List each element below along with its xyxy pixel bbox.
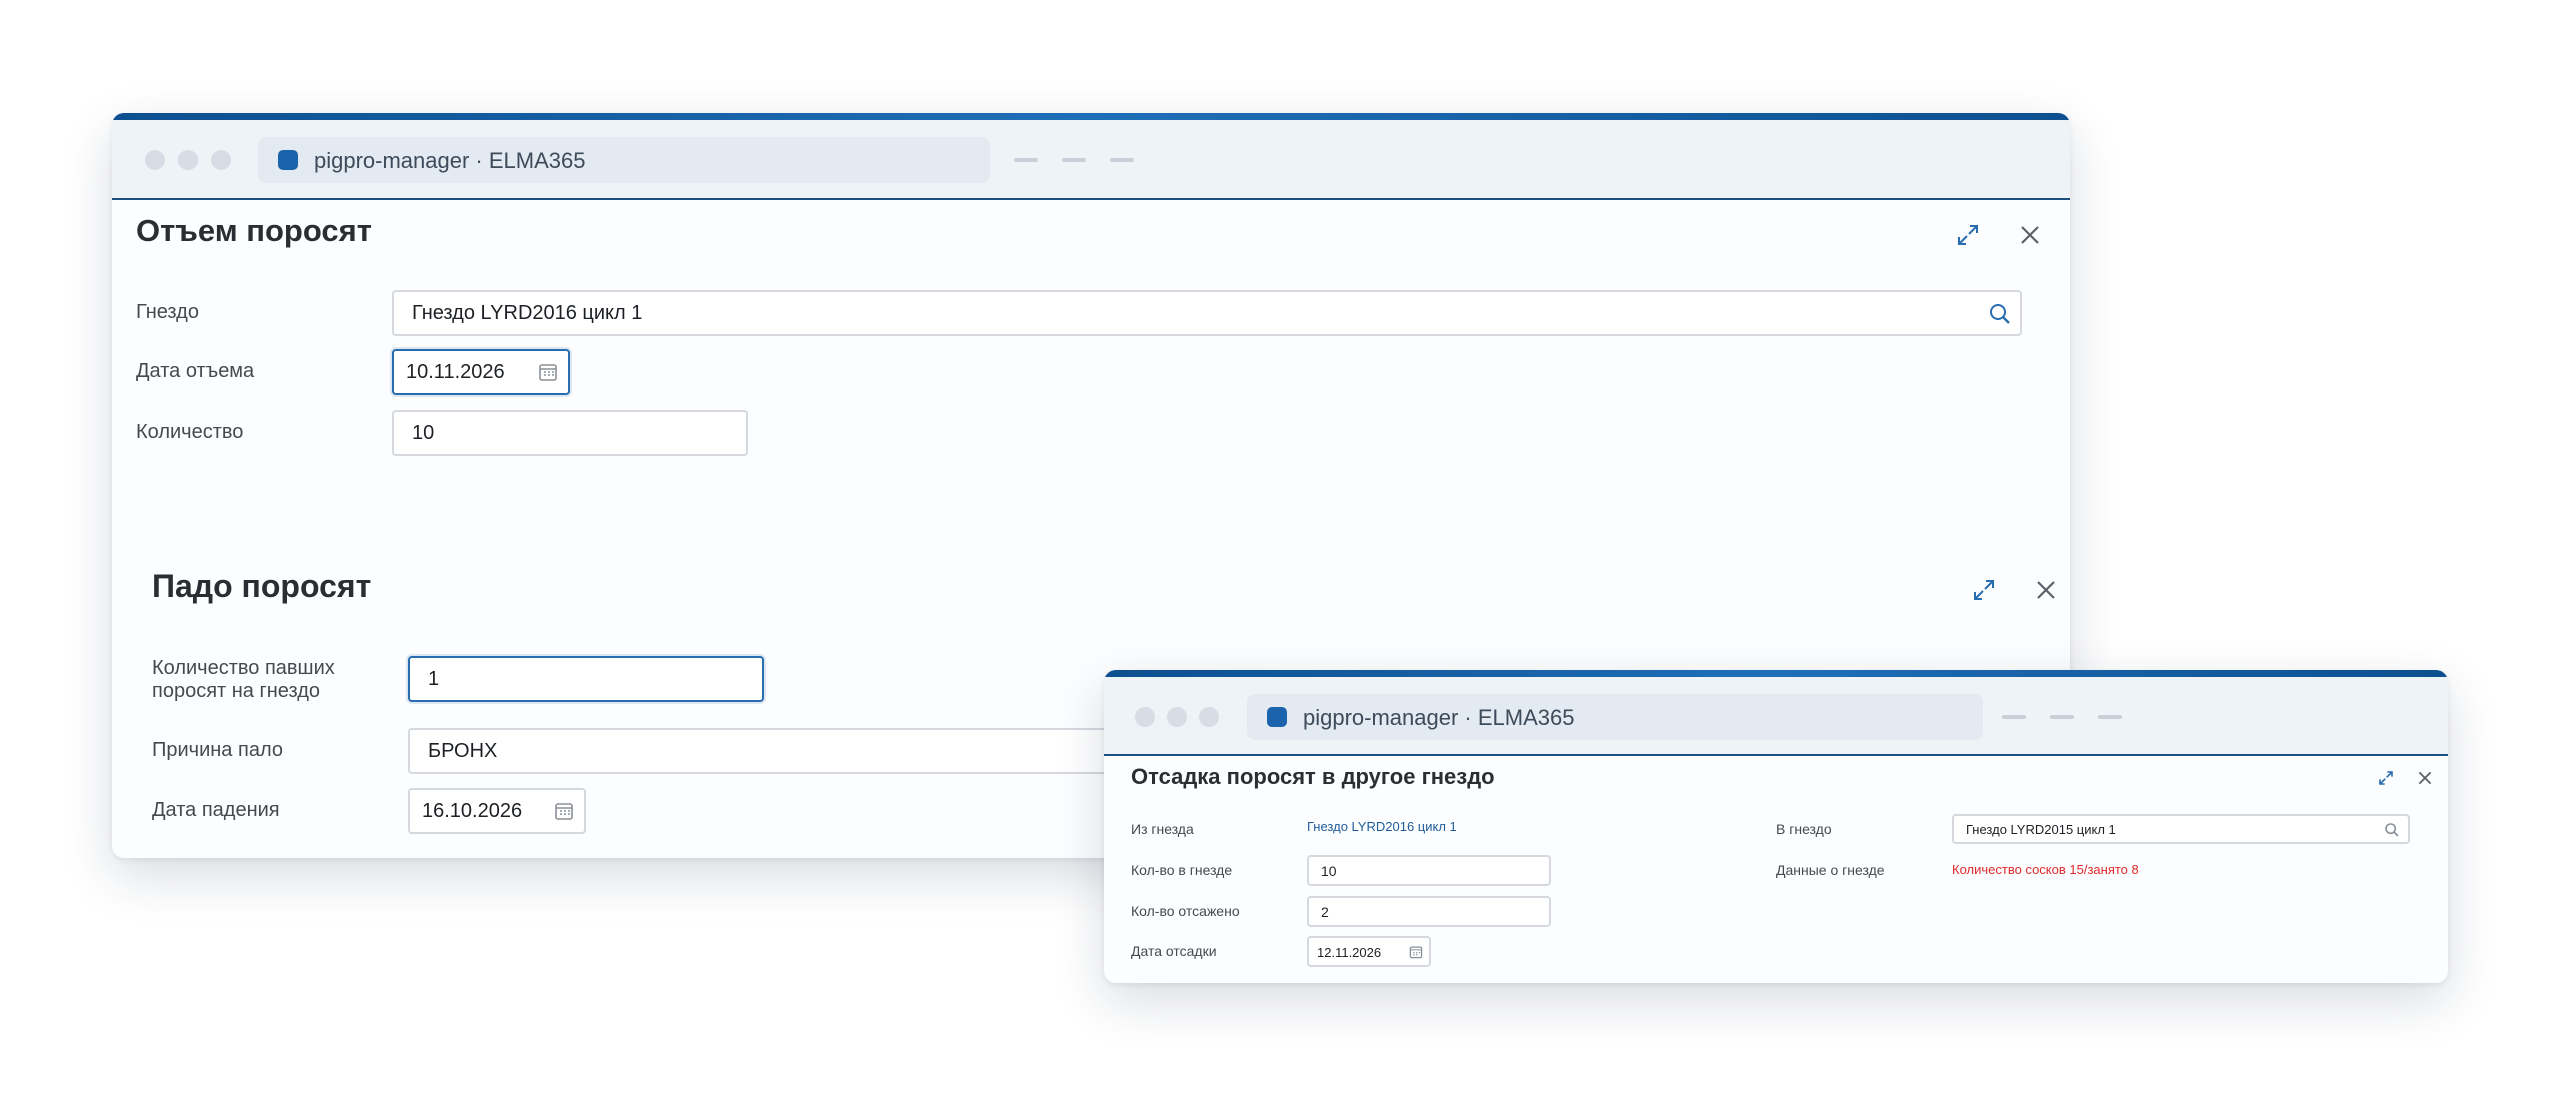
toolbar-dash [2098, 715, 2122, 719]
from-nest-label: Из гнезда [1131, 821, 1194, 837]
dead-count-label-line2: поросят на гнездо [152, 680, 321, 702]
toolbar-dash [2002, 715, 2026, 719]
nest-label: Гнездо [136, 301, 199, 323]
calendar-icon[interactable] [1409, 945, 1423, 964]
window-minimize-dot[interactable] [1167, 707, 1187, 727]
quantity-value: 10 [412, 422, 435, 444]
transfer-date-label: Дата отсадки [1131, 943, 1217, 959]
dead-count-field[interactable]: 1 [408, 656, 764, 702]
toolbar-dash [1014, 158, 1038, 162]
window-close-dot[interactable] [145, 150, 165, 170]
to-nest-lookup-field[interactable]: Гнездо LYRD2015 цикл 1 [1952, 814, 2410, 844]
toolbar-dash [1062, 158, 1086, 162]
close-icon[interactable] [2036, 580, 2056, 605]
tab-title: pigpro-manager · ELMA365 [1303, 705, 1575, 730]
app-favicon-icon [1267, 707, 1287, 727]
window-minimize-dot[interactable] [178, 150, 198, 170]
nest-count-field[interactable]: 10 [1307, 855, 1551, 886]
expand-icon[interactable] [1972, 578, 1996, 607]
weaning-date-label: Дата отъема [136, 360, 255, 382]
transfer-window: pigpro-manager · ELMA365 Отсадка поросят… [1104, 670, 2448, 983]
calendar-icon[interactable] [554, 801, 574, 826]
browser-tab[interactable]: pigpro-manager · ELMA365 [258, 137, 990, 183]
death-reason-label: Причина пало [152, 739, 283, 761]
transfer-date-value: 12.11.2026 [1317, 945, 1382, 960]
to-nest-value: Гнездо LYRD2015 цикл 1 [1966, 822, 2116, 837]
app-favicon-icon [278, 150, 298, 170]
dead-count-value: 1 [428, 668, 440, 690]
nest-count-value: 10 [1321, 863, 1337, 879]
death-date-label: Дата падения [152, 799, 280, 821]
moved-count-value: 2 [1321, 904, 1329, 920]
window-close-dot[interactable] [1135, 707, 1155, 727]
nest-value: Гнездо LYRD2016 цикл 1 [412, 302, 643, 324]
dead-count-label-line1: Количество павших [152, 657, 335, 679]
window-maximize-dot[interactable] [211, 150, 231, 170]
to-nest-label: В гнездо [1776, 821, 1832, 837]
quantity-field[interactable]: 10 [392, 410, 748, 456]
death-title: Падо поросят [152, 568, 372, 604]
weaning-date-field[interactable]: 10.11.2026 [392, 349, 570, 395]
window-maximize-dot[interactable] [1199, 707, 1219, 727]
browser-titlebar: pigpro-manager · ELMA365 [1104, 677, 2448, 756]
calendar-icon[interactable] [538, 362, 558, 387]
moved-count-field[interactable]: 2 [1307, 896, 1551, 927]
expand-icon[interactable] [2378, 770, 2394, 791]
moved-count-label: Кол-во отсажено [1131, 903, 1240, 919]
weaning-date-value: 10.11.2026 [406, 361, 505, 383]
quantity-label: Количество [136, 421, 244, 443]
tab-title: pigpro-manager · ELMA365 [314, 148, 586, 173]
death-date-value: 16.10.2026 [422, 800, 523, 822]
browser-tab[interactable]: pigpro-manager · ELMA365 [1247, 694, 1983, 740]
weaning-title: Отъем поросят [136, 213, 372, 248]
death-date-field[interactable]: 16.10.2026 [408, 788, 586, 834]
browser-titlebar: pigpro-manager · ELMA365 [112, 120, 2070, 200]
nest-info-warning: Количество сосков 15/занято 8 [1952, 862, 2139, 877]
close-icon[interactable] [2418, 771, 2432, 790]
search-icon[interactable] [1988, 302, 2012, 331]
transfer-date-field[interactable]: 12.11.2026 [1307, 936, 1431, 967]
toolbar-dash [1110, 158, 1134, 162]
nest-info-label: Данные о гнезде [1776, 862, 1885, 878]
expand-icon[interactable] [1956, 223, 1980, 252]
transfer-title: Отсадка поросят в другое гнездо [1131, 764, 1495, 789]
toolbar-dash [2050, 715, 2074, 719]
nest-count-label: Кол-во в гнезде [1131, 862, 1233, 878]
from-nest-link[interactable]: Гнездо LYRD2016 цикл 1 [1307, 819, 1457, 834]
nest-lookup-field[interactable]: Гнездо LYRD2016 цикл 1 [392, 290, 2022, 336]
search-icon[interactable] [2384, 822, 2400, 843]
close-icon[interactable] [2020, 225, 2040, 250]
death-reason-value: БРОНХ [428, 740, 498, 762]
